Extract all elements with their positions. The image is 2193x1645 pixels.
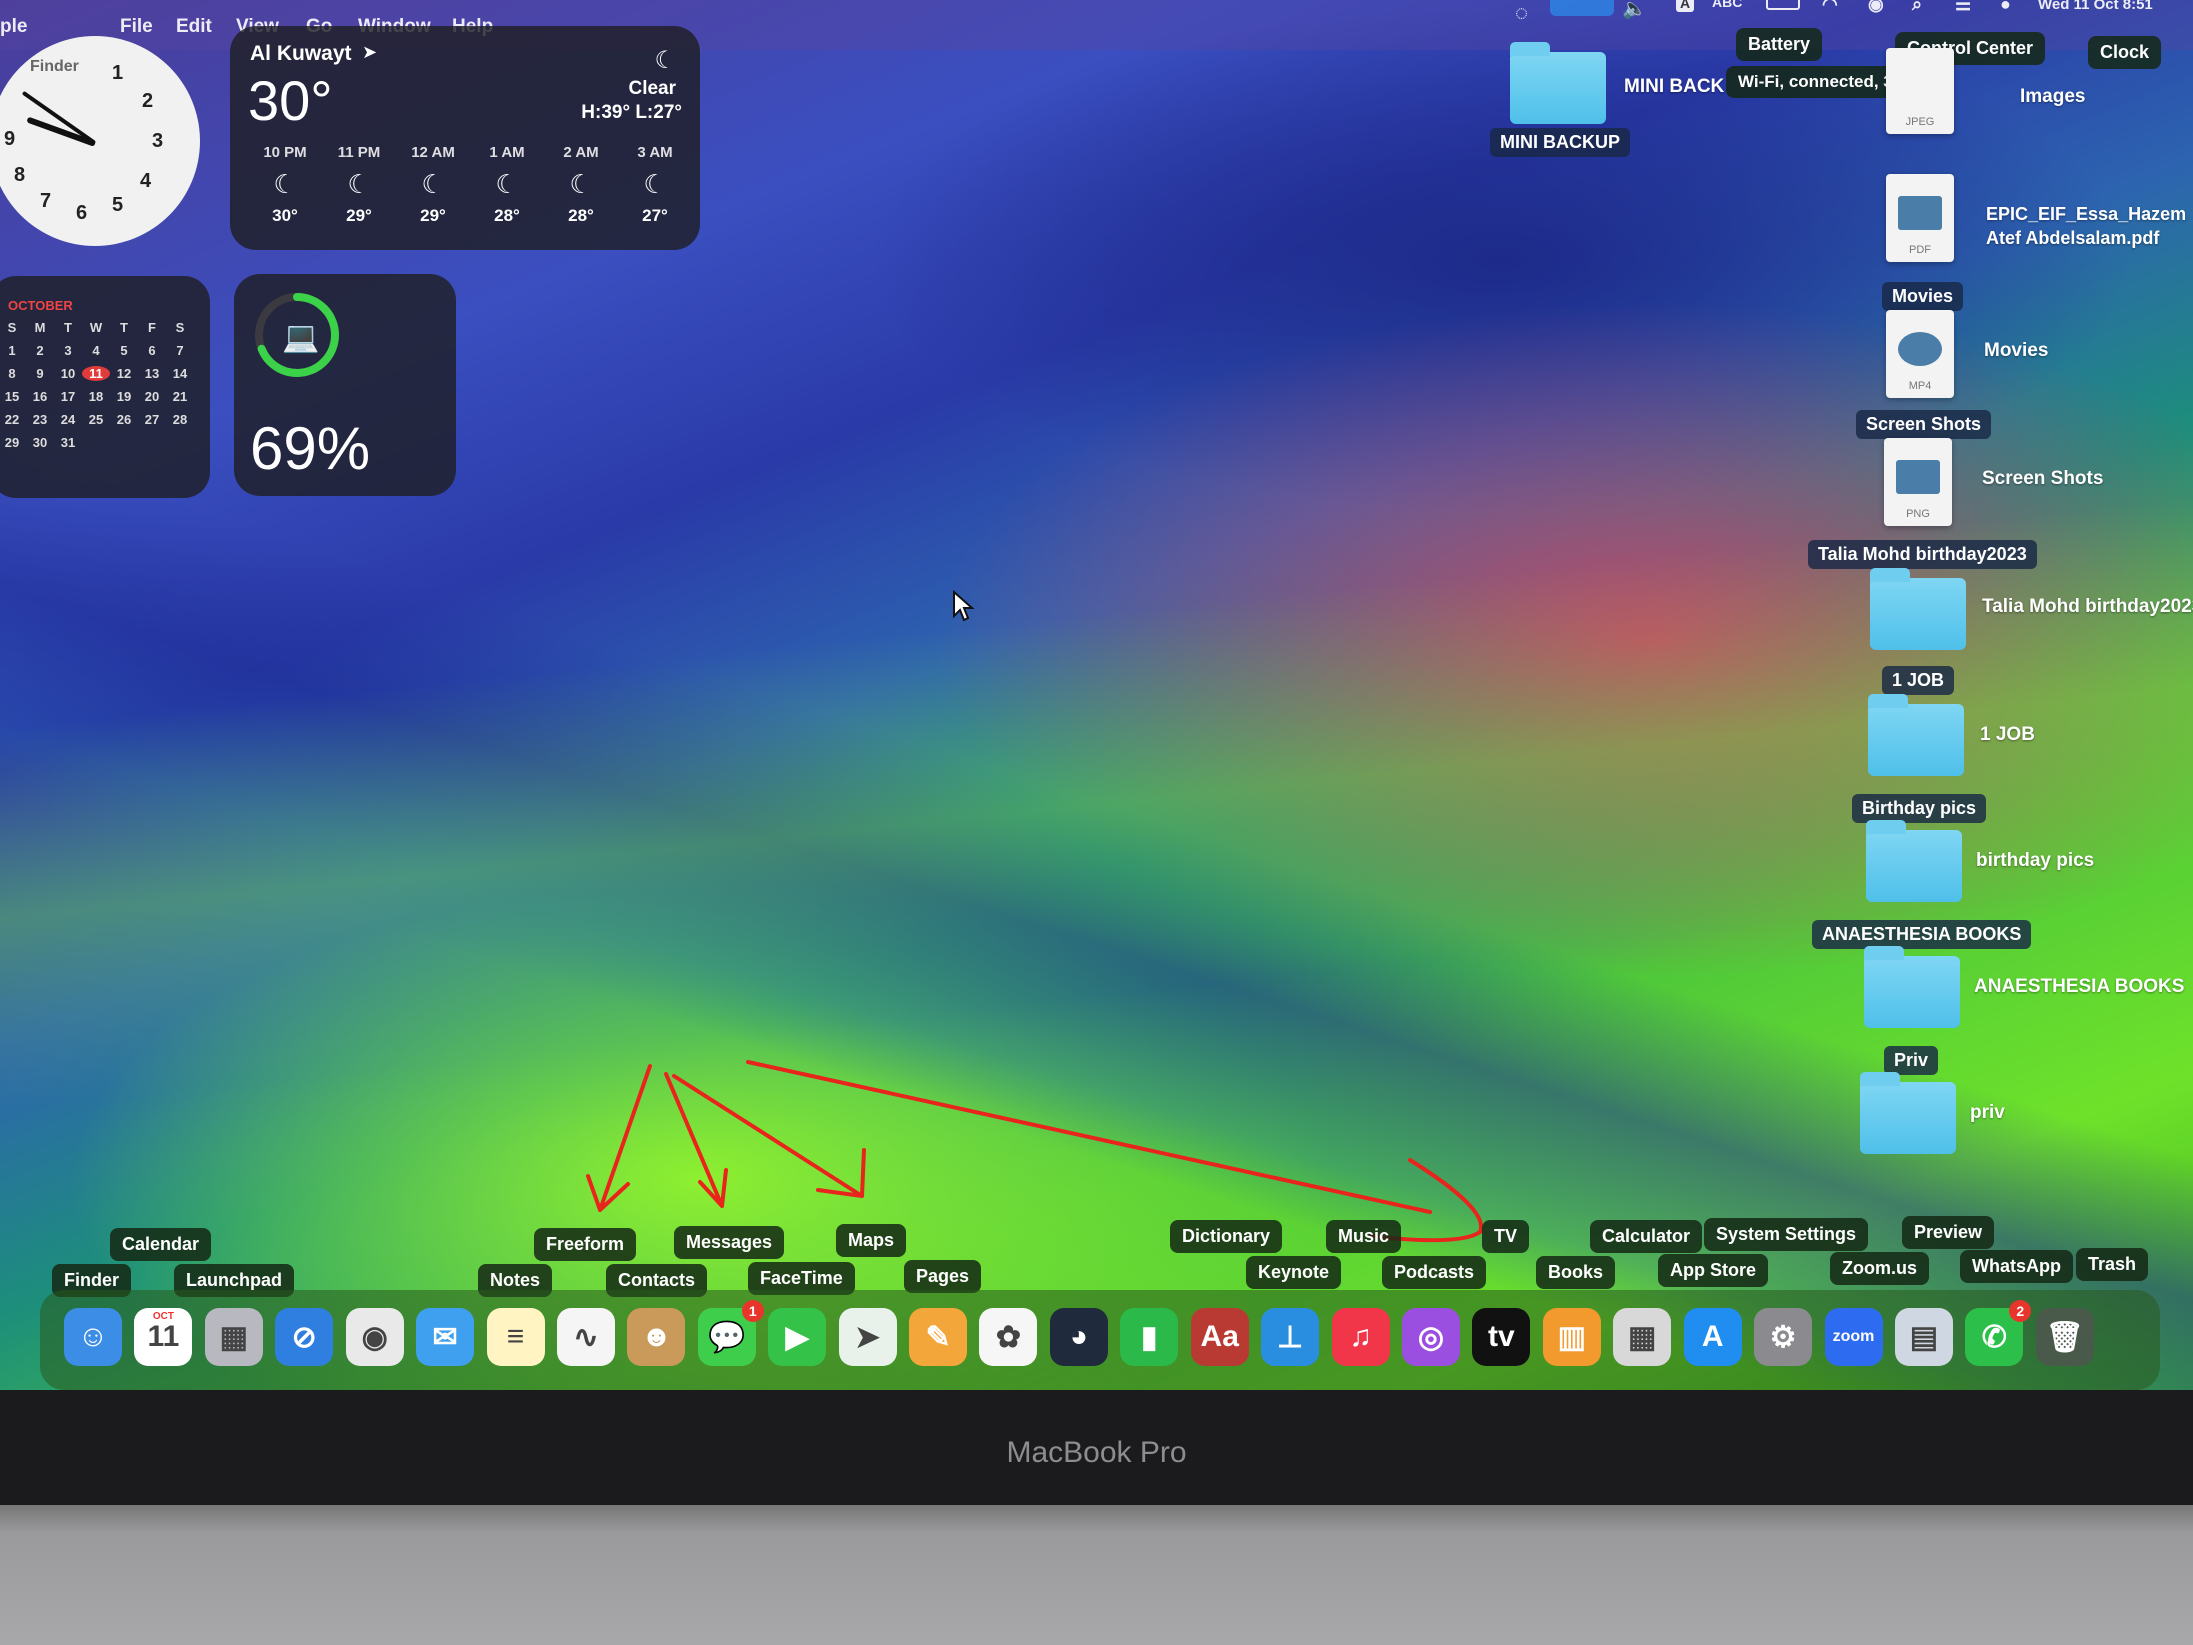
dock-glyph: tv <box>1488 1320 1515 1353</box>
tip-freeform: Freeform <box>534 1228 637 1261</box>
dock-glyph: ☺ <box>77 1320 109 1353</box>
dock-glyph: ✆ <box>1981 1320 2007 1354</box>
dock-glyph: ▶ <box>785 1320 809 1354</box>
dock-glyph: ➤ <box>855 1320 881 1354</box>
calendar-month-label: OCT <box>152 1311 174 1322</box>
launchpad-icon[interactable]: ▦ <box>204 1308 263 1366</box>
tip-system-settings: System Settings <box>1704 1218 1869 1251</box>
calendar-icon[interactable]: 11 OCT <box>134 1308 193 1366</box>
dock-glyph: ▤ <box>1909 1320 1939 1354</box>
chrome-icon[interactable]: ◉ <box>345 1308 404 1366</box>
tip-maps: Maps <box>836 1224 907 1257</box>
messages-icon[interactable]: 💬 1 <box>697 1300 764 1366</box>
dock-glyph: ▮ <box>1141 1320 1158 1354</box>
numbers-icon[interactable]: ▮ <box>1120 1308 1179 1366</box>
dock-glyph: ◎ <box>1417 1320 1445 1354</box>
bezel-label: MacBook Pro <box>1006 1436 1187 1469</box>
books-icon[interactable]: ▥ <box>1542 1308 1601 1366</box>
tip-preview: Preview <box>1902 1216 1995 1249</box>
davinci-icon[interactable]: ◕ <box>1049 1308 1108 1366</box>
whatsapp-icon[interactable]: ✆ 2 <box>1965 1300 2032 1366</box>
tip-messages: Messages <box>674 1226 785 1259</box>
dock-glyph: ⊘ <box>291 1320 317 1354</box>
dock-glyph: 11 <box>147 1320 180 1353</box>
photos-icon[interactable]: ✿ <box>979 1308 1038 1366</box>
laptop-base <box>0 1505 2193 1645</box>
preview-icon[interactable]: ▤ <box>1894 1308 1953 1366</box>
dock-glyph: ▥ <box>1557 1320 1586 1354</box>
safari-icon[interactable]: ⊘ <box>275 1308 334 1366</box>
tip-dictionary: Dictionary <box>1170 1220 1283 1253</box>
tip-app-store: App Store <box>1658 1254 1769 1287</box>
desktop-screen: ple File Edit View Go Window Help ◌ 🔈 A … <box>0 0 2193 1390</box>
calculator-icon[interactable]: ▦ <box>1613 1308 1672 1366</box>
notes-icon[interactable]: ≡ <box>486 1308 545 1366</box>
zoom-icon[interactable]: zoom <box>1824 1308 1883 1366</box>
dock-glyph: ✿ <box>995 1320 1022 1354</box>
dock-glyph: zoom <box>1832 1328 1875 1345</box>
facetime-icon[interactable]: ▶ <box>768 1308 827 1366</box>
red-annotation-arrows <box>586 1060 1484 1243</box>
dock-glyph: Aa <box>1200 1320 1239 1353</box>
dock-glyph: 💬 <box>708 1320 746 1354</box>
music-icon[interactable]: ♫ <box>1331 1308 1390 1366</box>
notification-badge: 1 <box>741 1300 764 1322</box>
dock-glyph: A <box>1701 1320 1724 1353</box>
tip-calculator: Calculator <box>1590 1220 1703 1253</box>
mail-icon[interactable]: ✉ <box>416 1308 475 1366</box>
contacts-icon[interactable]: ☻ <box>627 1308 686 1366</box>
dock-glyph: ✎ <box>925 1320 951 1354</box>
tv-icon[interactable]: tv <box>1472 1308 1531 1366</box>
freeform-icon[interactable]: ∿ <box>556 1308 615 1366</box>
tip-whatsapp: WhatsApp <box>1960 1250 2073 1283</box>
trash-icon[interactable]: 🗑 <box>2035 1308 2094 1366</box>
podcasts-icon[interactable]: ◎ <box>1401 1308 1460 1366</box>
dock-glyph: ▦ <box>219 1320 248 1354</box>
tip-pages: Pages <box>904 1260 982 1293</box>
dock-glyph: ☻ <box>640 1320 673 1353</box>
keynote-icon[interactable]: ⊥ <box>1261 1308 1320 1366</box>
dock-glyph: ▦ <box>1628 1320 1657 1354</box>
maps-icon[interactable]: ➤ <box>838 1308 897 1366</box>
dock-glyph: ◕ <box>1069 1320 1088 1353</box>
dictionary-icon[interactable]: Aa <box>1190 1308 1249 1366</box>
dock-glyph: ∿ <box>573 1320 599 1354</box>
dock-glyph: ✉ <box>432 1320 458 1354</box>
pages-icon[interactable]: ✎ <box>909 1308 968 1366</box>
tip-tv: TV <box>1482 1220 1530 1253</box>
tip-zoom: Zoom.us <box>1830 1252 1929 1285</box>
dock-glyph: ≡ <box>506 1320 525 1353</box>
dock-glyph: ⊥ <box>1277 1320 1304 1354</box>
tip-books: Books <box>1536 1256 1616 1289</box>
tip-trash: Trash <box>2076 1248 2149 1281</box>
dock-glyph: ⚙ <box>1769 1320 1797 1354</box>
dock-glyph: ◉ <box>361 1320 388 1354</box>
dock-glyph: ♫ <box>1349 1320 1372 1353</box>
finder-icon[interactable]: ☺ <box>64 1308 122 1366</box>
tip-calendar: Calendar <box>110 1228 212 1261</box>
tip-music: Music <box>1326 1220 1402 1253</box>
system-settings-icon[interactable]: ⚙ <box>1754 1308 1813 1366</box>
app-store-icon[interactable]: A <box>1683 1308 1742 1366</box>
tip-podcasts: Podcasts <box>1382 1256 1487 1289</box>
dock-glyph: 🗑 <box>2045 1320 2084 1354</box>
tip-keynote: Keynote <box>1246 1256 1342 1289</box>
